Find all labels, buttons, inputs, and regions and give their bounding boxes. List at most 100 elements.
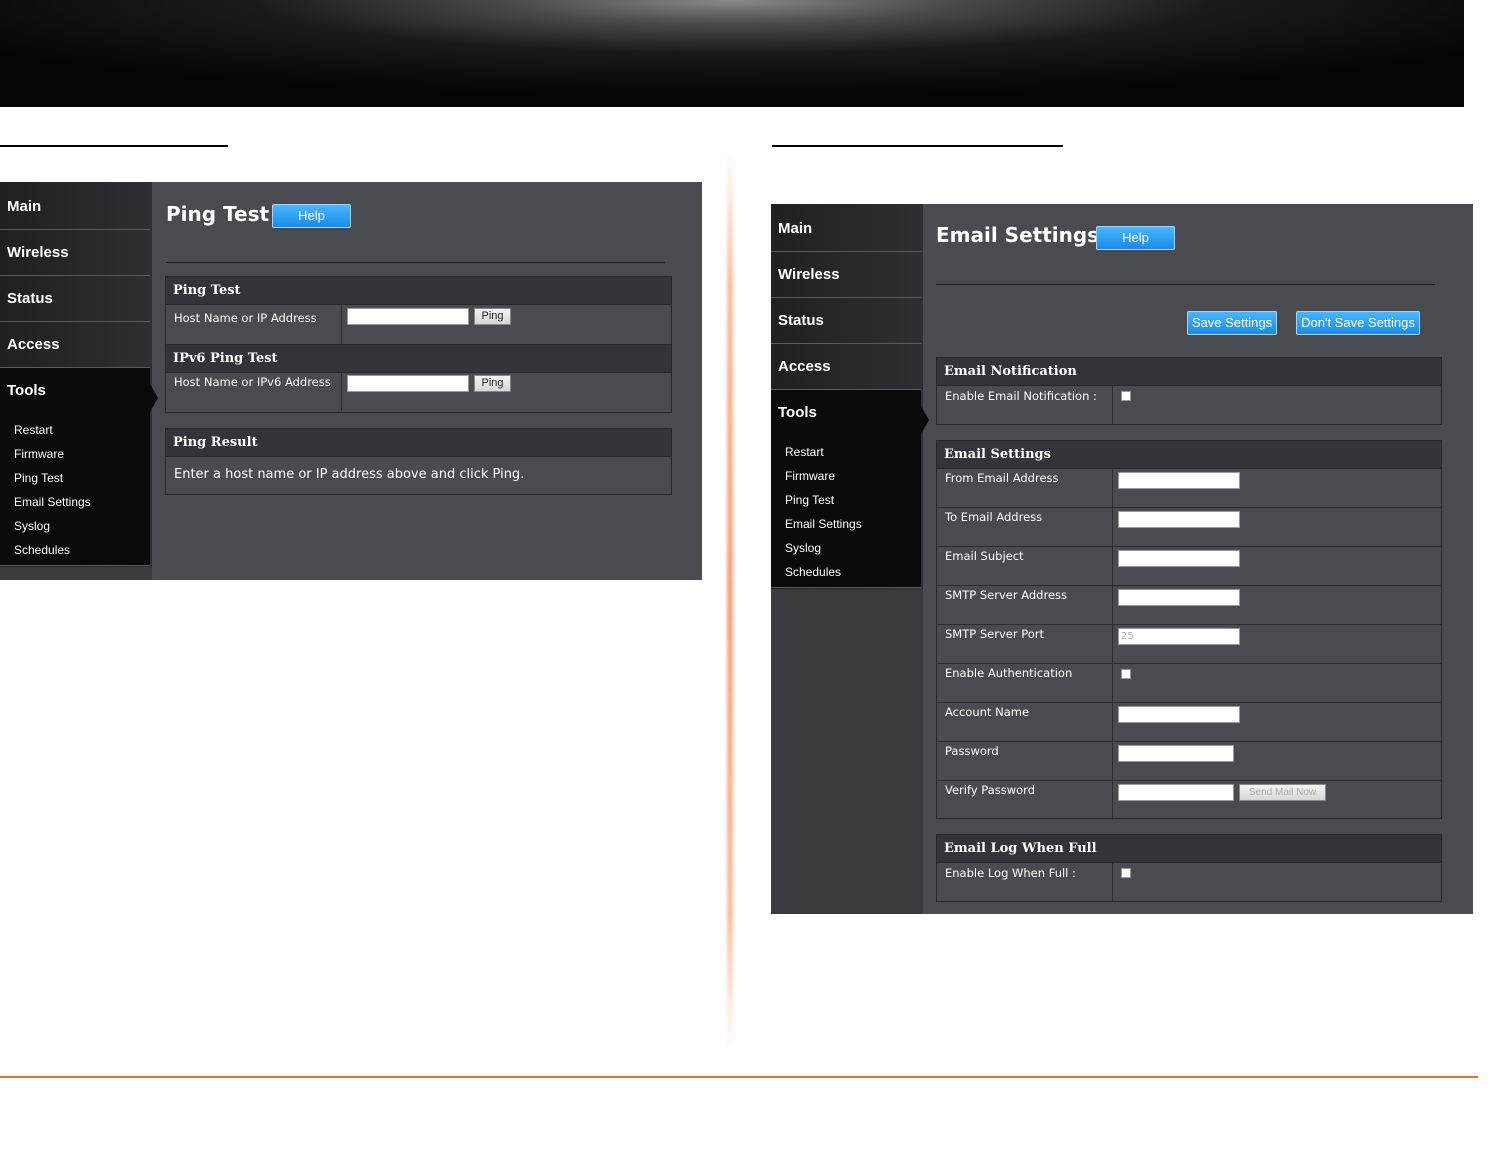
submenu-schedules[interactable]: Schedules [14,538,91,562]
enable-log-when-full-row: Enable Log When Full : [937,863,1441,901]
dont-save-settings-button[interactable]: Don't Save Settings [1296,311,1420,335]
nav-status[interactable]: Status [0,276,150,322]
save-settings-button[interactable]: Save Settings [1187,311,1277,335]
enable-authentication-label: Enable Authentication [945,666,1073,680]
column-separator [1112,703,1113,741]
from-email-row: From Email Address [937,469,1441,508]
to-email-input[interactable] [1118,511,1240,528]
from-email-input[interactable] [1118,472,1240,489]
email-notification-section: Email Notification Enable Email Notifica… [936,357,1442,425]
column-separator [341,373,342,411]
account-name-input[interactable] [1118,706,1240,723]
host-ip-row: Host Name or IP Address Ping [166,305,671,345]
enable-authentication-row: Enable Authentication [937,664,1441,703]
nav-main[interactable]: Main [0,184,150,230]
nav-wireless[interactable]: Wireless [0,230,150,276]
account-name-row: Account Name [937,703,1441,742]
nav-main[interactable]: Main [771,206,921,252]
email-settings-title: Email Settings [937,441,1441,469]
nav-tools[interactable]: Tools Restart Firmware Ping Test Email S… [0,368,158,566]
ping-button[interactable]: Ping [474,308,511,325]
host-ip-label: Host Name or IP Address [174,311,317,325]
email-log-section: Email Log When Full Enable Log When Full… [936,834,1442,902]
verify-password-input[interactable] [1118,784,1234,801]
nav-access[interactable]: Access [771,344,921,390]
right-heading-rule [772,145,1063,147]
smtp-address-row: SMTP Server Address [937,586,1441,625]
submenu-firmware[interactable]: Firmware [785,464,862,488]
host-ipv6-label: Host Name or IPv6 Address [174,375,331,389]
nav-status[interactable]: Status [771,298,921,344]
sidebar: Main Wireless Status Access Tools Restar… [0,182,158,580]
nav-tools-label: Tools [778,404,817,421]
title-divider [936,284,1435,285]
verify-password-row: Verify Password Send Mail Now [937,781,1441,820]
help-button[interactable]: Help [272,204,351,228]
submenu-email-settings[interactable]: Email Settings [785,512,862,536]
column-separator [1112,742,1113,780]
page-title: Ping Test [166,202,270,226]
column-separator [1112,625,1113,663]
to-email-row: To Email Address [937,508,1441,547]
nav-tools[interactable]: Tools Restart Firmware Ping Test Email S… [771,390,929,588]
submenu-syslog[interactable]: Syslog [785,536,862,560]
title-divider [166,262,665,263]
enable-authentication-checkbox[interactable] [1121,669,1131,679]
footer-rule [0,1076,1478,1078]
active-arrow-icon [150,384,158,412]
host-ipv6-row: Host Name or IPv6 Address Ping [166,373,671,411]
enable-email-notification-row: Enable Email Notification : [937,386,1441,424]
submenu-restart[interactable]: Restart [785,440,862,464]
column-separator [1112,469,1113,507]
submenu-firmware[interactable]: Firmware [14,442,91,466]
column-separator [341,305,342,344]
submenu-schedules[interactable]: Schedules [785,560,862,584]
ping-test-screenshot: Main Wireless Status Access Tools Restar… [0,182,702,580]
smtp-address-label: SMTP Server Address [945,588,1068,602]
send-mail-now-button[interactable]: Send Mail Now [1239,784,1326,801]
email-subject-label: Email Subject [945,549,1024,563]
email-log-title: Email Log When Full [937,835,1441,863]
email-subject-row: Email Subject [937,547,1441,586]
account-name-label: Account Name [945,705,1030,719]
to-email-label: To Email Address [945,510,1043,524]
smtp-address-input[interactable] [1118,589,1240,606]
email-settings-screenshot: Main Wireless Status Access Tools Restar… [771,204,1473,914]
password-input[interactable] [1118,745,1234,762]
sidebar-footer [771,589,923,914]
ping-ipv6-button[interactable]: Ping [474,375,511,392]
ipv6-section-title: IPv6 Ping Test [166,345,671,373]
header-banner [0,0,1464,107]
email-subject-input[interactable] [1118,550,1240,567]
column-divider [727,150,733,1050]
ping-sections: Ping Test Host Name or IP Address Ping I… [165,276,672,413]
page-title: Email Settings [936,223,1100,247]
ping-section-title: Ping Test [166,277,671,305]
ping-result-section: Ping Result Enter a host name or IP addr… [165,428,672,495]
ping-result-message: Enter a host name or IP address above an… [174,467,525,482]
enable-log-when-full-checkbox[interactable] [1121,868,1131,878]
smtp-port-input[interactable]: 25 [1118,628,1240,645]
enable-email-notification-checkbox[interactable] [1121,391,1131,401]
left-heading-rule [0,145,228,147]
active-arrow-icon [921,406,929,434]
nav-wireless[interactable]: Wireless [771,252,921,298]
submenu-syslog[interactable]: Syslog [14,514,91,538]
submenu-restart[interactable]: Restart [14,418,91,442]
smtp-port-label: SMTP Server Port [945,627,1045,641]
submenu-email-settings[interactable]: Email Settings [14,490,91,514]
email-notification-title: Email Notification [937,358,1441,386]
nav-access[interactable]: Access [0,322,150,368]
column-separator [1112,586,1113,624]
enable-log-when-full-label: Enable Log When Full : [945,866,1076,880]
password-row: Password [937,742,1441,781]
email-settings-section: Email Settings From Email Address To Ema… [936,440,1442,820]
enable-email-notification-label: Enable Email Notification : [945,389,1097,403]
host-ipv6-input[interactable] [347,375,469,392]
sidebar: Main Wireless Status Access Tools Restar… [771,204,929,914]
host-ip-input[interactable] [347,308,469,325]
submenu-ping-test[interactable]: Ping Test [14,466,91,490]
password-label: Password [945,744,999,758]
submenu-ping-test[interactable]: Ping Test [785,488,862,512]
help-button[interactable]: Help [1096,226,1175,250]
